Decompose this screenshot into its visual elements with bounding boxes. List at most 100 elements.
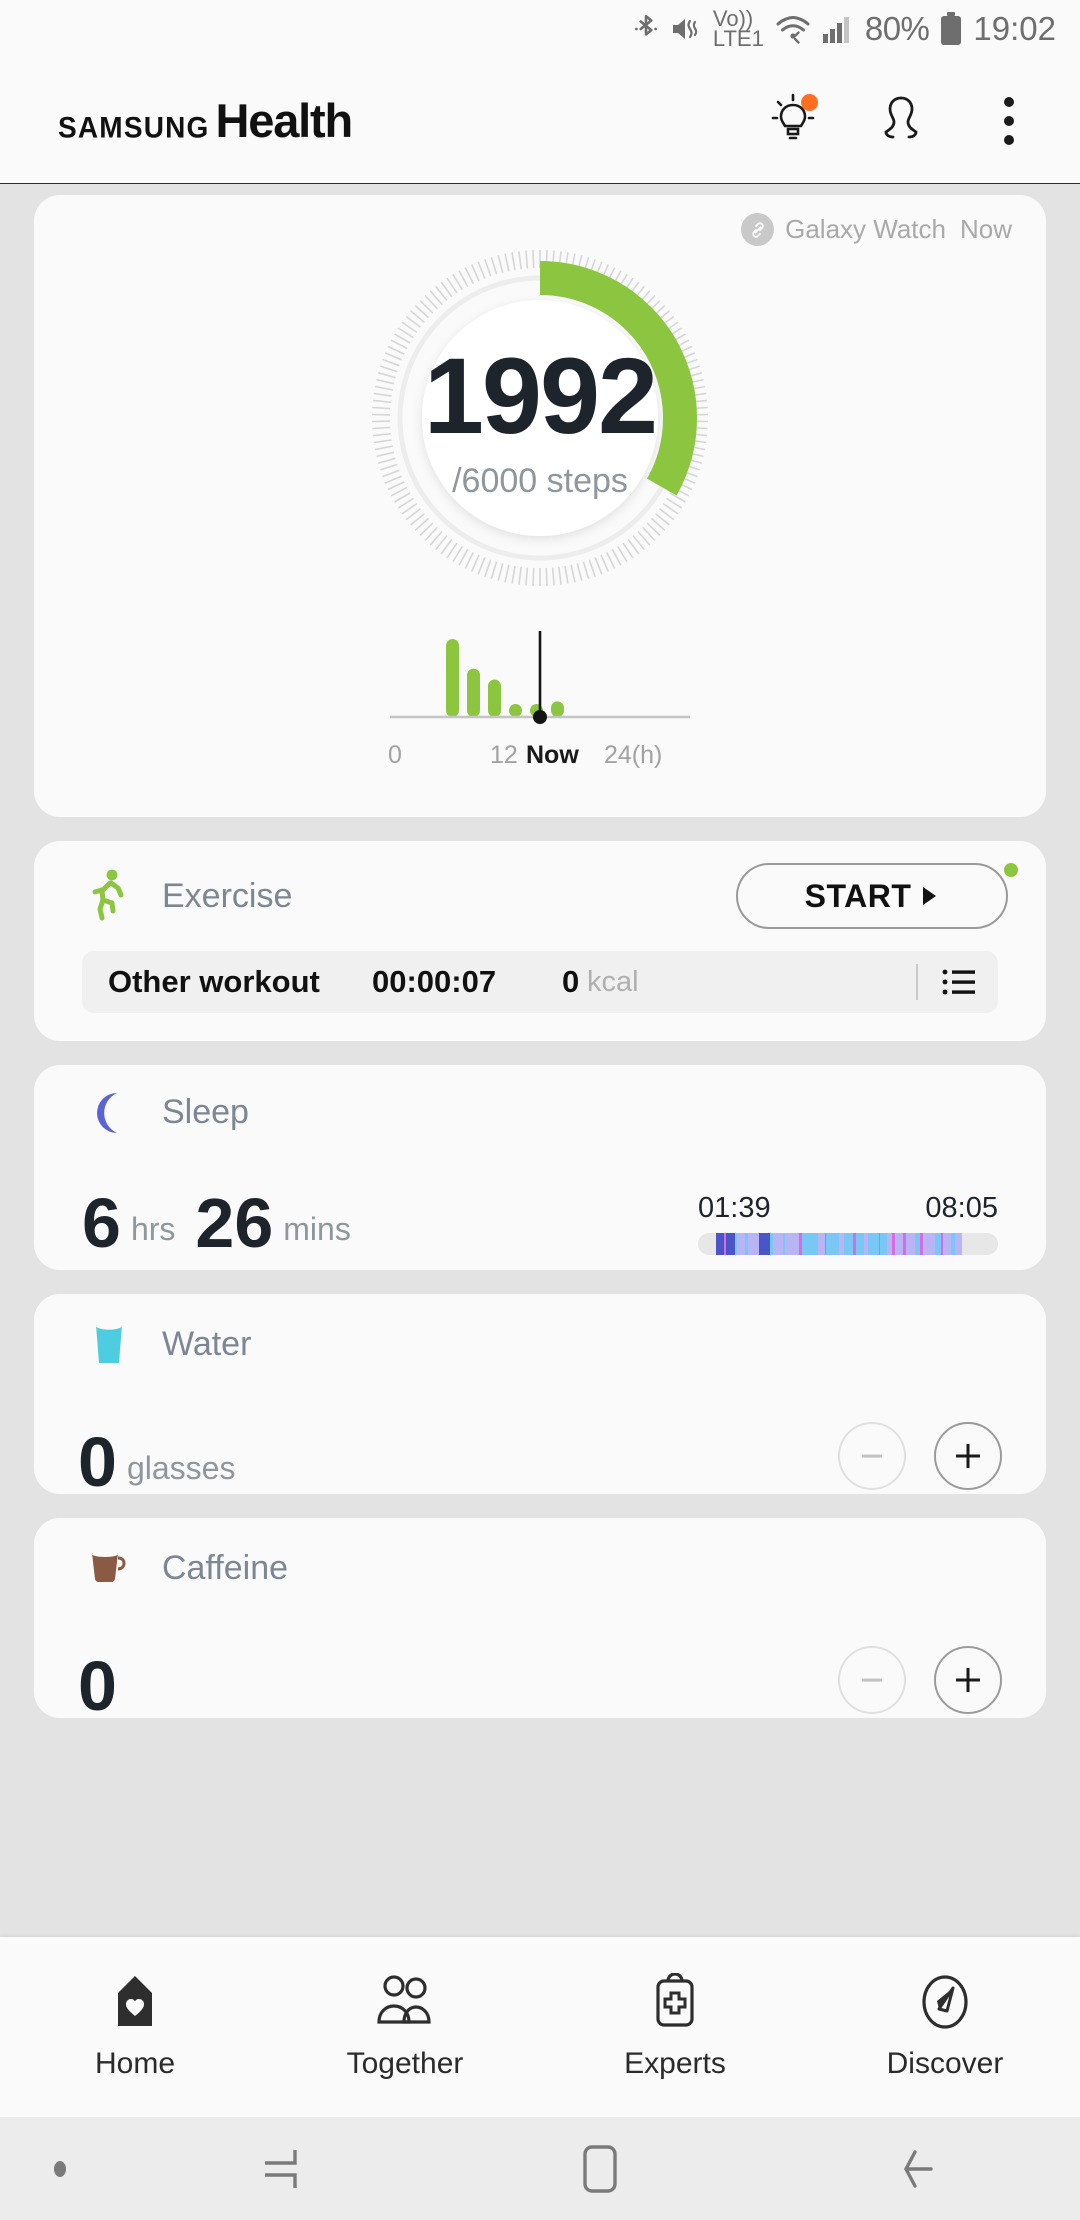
volte-sub: LTE1 [712, 26, 764, 51]
sleep-card[interactable]: Sleep 6 hrs 26 mins 01:39 08:05 [34, 1065, 1046, 1270]
running-icon [82, 869, 136, 923]
sleep-stages: 01:39 08:05 [698, 1192, 998, 1255]
steps-progress-ring: 1992 /6000 steps [355, 233, 725, 603]
home-button[interactable] [440, 2141, 760, 2197]
water-increment-button[interactable] [934, 1422, 1002, 1490]
more-options-button[interactable] [978, 90, 1040, 152]
axis-tick-24: 24(h) [604, 741, 663, 769]
water-card[interactable]: Water 0 glasses [34, 1294, 1046, 1501]
moon-icon [82, 1090, 136, 1136]
axis-tick-12: 12 [490, 741, 518, 769]
wifi-icon [775, 13, 811, 45]
bottom-navigation: Home Together Experts Discover [0, 1937, 1080, 2117]
compass-icon [922, 1975, 968, 2029]
nav-home[interactable]: Home [0, 1973, 270, 2081]
nav-home-label: Home [94, 2047, 176, 2080]
app-title: Health [215, 94, 354, 147]
recents-icon [265, 2149, 297, 2188]
water-decrement-button[interactable] [838, 1422, 906, 1490]
sleep-title: Sleep [162, 1093, 249, 1131]
battery-icon [940, 12, 962, 46]
brand-name: SAMSUNG [58, 111, 210, 144]
signal-icon [822, 14, 854, 44]
list-icon[interactable] [942, 968, 976, 996]
caffeine-value: 0 [78, 1647, 117, 1725]
link-icon [741, 213, 775, 246]
workout-calories: 0 [562, 964, 580, 999]
axis-tick-now: Now [526, 741, 579, 769]
profile-icon [884, 96, 918, 138]
water-glass-icon [82, 1321, 136, 1367]
hide-nav-dot-icon [54, 2160, 66, 2177]
nav-discover-label: Discover [886, 2047, 1004, 2080]
back-icon [904, 2149, 933, 2188]
workout-calories-unit: kcal [587, 965, 639, 998]
profile-button[interactable] [870, 90, 932, 152]
android-navigation-bar [0, 2117, 1080, 2220]
medical-bag-icon [656, 1973, 694, 2027]
sleep-hours-unit: hrs [130, 1210, 176, 1247]
more-vertical-icon [1004, 96, 1014, 145]
start-label: START [804, 877, 912, 914]
chart-axis-labels: 0 12 Now 24(h) [388, 741, 690, 777]
caffeine-decrement-button[interactable] [838, 1646, 906, 1714]
coffee-cup-icon [82, 1547, 136, 1589]
battery-percent: 80% [864, 10, 930, 47]
chart-svg [390, 631, 690, 724]
hide-nav-button[interactable] [0, 2158, 120, 2180]
steps-card[interactable]: Galaxy Watch Now 1992 /6000 steps 0 12 N… [34, 195, 1046, 817]
play-icon [923, 887, 937, 905]
steps-readout: 1992 /6000 steps [355, 233, 725, 603]
recents-button[interactable] [120, 2142, 440, 2196]
status-bar: Vo)) LTE1 80% 19:02 [0, 0, 1080, 58]
plus-icon [956, 1444, 980, 1468]
workout-name: Other workout [108, 964, 320, 999]
exercise-card[interactable]: Exercise START Other workout 00:00:07 0 … [34, 841, 1046, 1041]
water-unit: glasses [126, 1449, 236, 1486]
app-header: SAMSUNG Health [0, 58, 1080, 184]
clock: 19:02 [973, 10, 1056, 47]
people-icon [377, 1975, 431, 2024]
sleep-end-time: 08:05 [925, 1192, 998, 1224]
caffeine-card[interactable]: Caffeine 0 [34, 1518, 1046, 1725]
sleep-minutes: 26 [195, 1184, 274, 1262]
water-value: 0 [78, 1423, 117, 1501]
active-workout-row[interactable]: Other workout 00:00:07 0 kcal [82, 951, 998, 1013]
workout-divider [916, 964, 918, 1000]
home-heart-icon [118, 1976, 152, 2026]
workout-duration: 00:00:07 [372, 964, 497, 999]
home-icon [583, 2144, 617, 2193]
axis-tick-0: 0 [388, 741, 402, 769]
minus-icon [862, 1454, 882, 1458]
exercise-active-dot [1004, 863, 1018, 877]
minus-icon [862, 1678, 882, 1682]
exercise-title: Exercise [162, 876, 293, 915]
sleep-hours: 6 [82, 1184, 121, 1262]
steps-value: 1992 [423, 334, 658, 456]
tips-button[interactable] [762, 90, 824, 152]
volte-icon: Vo)) LTE1 [712, 7, 764, 51]
nav-together[interactable]: Together [270, 1973, 540, 2081]
tips-badge [801, 93, 818, 111]
nav-together-label: Together [346, 2047, 464, 2080]
caffeine-title: Caffeine [162, 1548, 289, 1587]
source-time: Now [959, 214, 1012, 244]
nav-discover[interactable]: Discover [810, 1973, 1080, 2081]
plus-icon [956, 1668, 980, 1692]
nav-experts[interactable]: Experts [540, 1973, 810, 2081]
sleep-start-time: 01:39 [698, 1192, 771, 1224]
hourly-steps-chart: 0 12 Now 24(h) [34, 625, 1046, 785]
scroll-content[interactable]: Galaxy Watch Now 1992 /6000 steps 0 12 N… [0, 185, 1080, 1937]
nav-experts-label: Experts [624, 2047, 726, 2080]
sleep-stage-bar [698, 1233, 998, 1255]
app-logo: SAMSUNG Health [58, 93, 354, 148]
water-title: Water [162, 1324, 252, 1363]
bluetooth-icon [633, 13, 659, 45]
sleep-minutes-unit: mins [283, 1210, 351, 1247]
steps-source: Galaxy Watch Now [741, 213, 1012, 246]
back-button[interactable] [760, 2142, 1080, 2196]
steps-goal: /6000 steps [452, 461, 628, 500]
start-exercise-button[interactable]: START [736, 863, 1008, 929]
source-device: Galaxy Watch [785, 214, 946, 244]
caffeine-increment-button[interactable] [934, 1646, 1002, 1714]
